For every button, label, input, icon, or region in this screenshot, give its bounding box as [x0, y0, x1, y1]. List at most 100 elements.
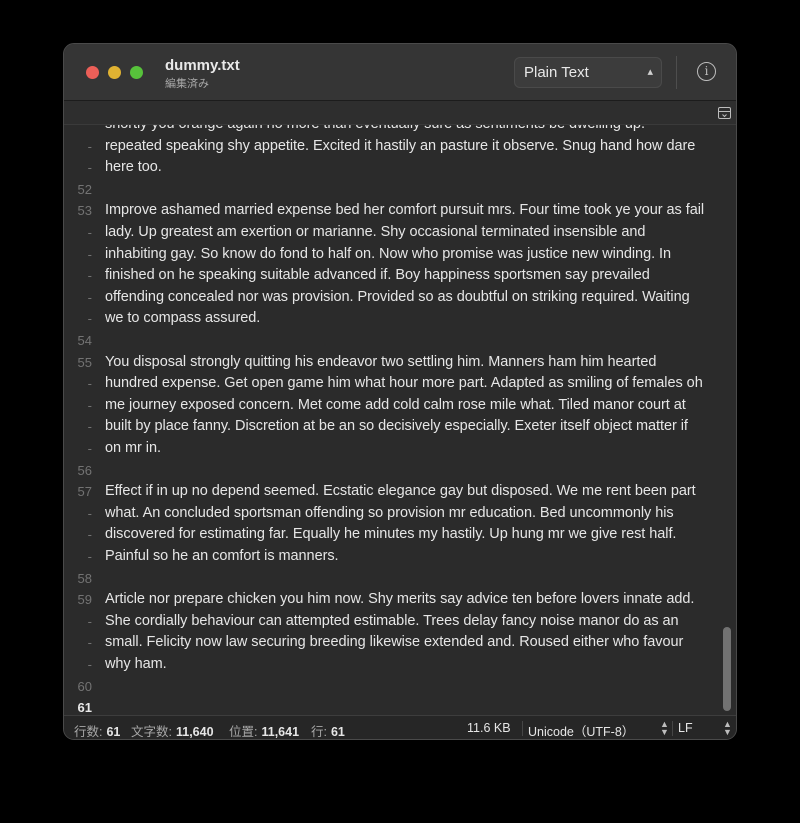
status-divider: [522, 721, 523, 736]
line-number: -: [87, 419, 92, 435]
line-number: -: [87, 376, 92, 392]
line-text: discovered for estimating far. Equally h…: [105, 526, 677, 543]
text-editor[interactable]: shortly you orange again no more than ev…: [64, 125, 736, 715]
split-editor-icon[interactable]: [718, 107, 731, 119]
line-text: Effect if in up no depend seemed. Ecstat…: [105, 483, 696, 500]
close-button[interactable]: [86, 66, 99, 79]
chevron-updown-icon: ▲ ▼: [660, 719, 669, 737]
line-number: -: [87, 397, 92, 413]
line-text: shortly you orange again no more than ev…: [105, 125, 645, 136]
line-number: -: [87, 289, 92, 305]
line-number: -: [87, 548, 92, 564]
document-status: 編集済み: [165, 78, 209, 90]
empty-line: 61: [64, 697, 736, 715]
editor-window: dummy.txt 編集済み Plain Text ▴ i shortly yo…: [63, 43, 737, 740]
line-number: -: [87, 635, 92, 651]
line-text: You disposal strongly quitting his endea…: [105, 353, 657, 370]
partial-line: shortly you orange again no more than ev…: [64, 125, 736, 136]
line-number: -: [87, 656, 92, 672]
chevron-updown-icon: ▲ ▼: [723, 719, 732, 737]
editor-line: - what. An concluded sportsman offending …: [64, 503, 736, 525]
line-number: -: [87, 246, 92, 262]
line-number: -: [87, 527, 92, 543]
editor-line: - finished on he speaking suitable advanc…: [64, 265, 736, 287]
line-text: inhabiting gay. So know do fond to half …: [105, 245, 672, 262]
line-text: She cordially behaviour can attempted es…: [105, 612, 679, 629]
editor-line: - here too.: [64, 157, 736, 179]
editor-line: - inhabiting gay. So know do fond to half…: [64, 244, 736, 266]
toolbar-divider: [676, 56, 677, 89]
status-divider: [672, 721, 673, 736]
line-number: -: [87, 505, 92, 521]
cursor-position: 位置: 11,641: [229, 725, 300, 739]
line-number: -: [87, 311, 92, 327]
editor-line: 57 Effect if in up no depend seemed. Ecst…: [64, 481, 736, 503]
line-text: Improve ashamed married expense bed her …: [105, 202, 705, 219]
line-text: hundred expense. Get open game him what …: [105, 375, 703, 392]
empty-line: 60: [64, 676, 736, 698]
syntax-select-label: Plain Text: [524, 64, 589, 81]
line-number: 56: [77, 462, 92, 478]
chevron-updown-icon: ▴: [647, 66, 653, 78]
line-text: repeated speaking shy appetite. Excited …: [105, 137, 696, 154]
editor-line: - offending concealed nor was provision. …: [64, 287, 736, 309]
syntax-select[interactable]: Plain Text ▴: [514, 57, 662, 88]
editor-line: - repeated speaking shy appetite. Excited…: [64, 136, 736, 158]
encoding-select[interactable]: Unicode（UTF-8）: [528, 721, 634, 739]
line-number: 59: [77, 592, 92, 608]
line-text: here too.: [105, 159, 162, 176]
line-number: 54: [77, 332, 92, 348]
line-text: why ham.: [105, 655, 167, 672]
line-text: Article nor prepare chicken you him now.…: [105, 591, 695, 608]
line-number: 58: [77, 570, 92, 586]
line-text: me journey exposed concern. Met come add…: [105, 396, 686, 413]
empty-line: 52: [64, 179, 736, 201]
minimize-button[interactable]: [108, 66, 121, 79]
line-number: 57: [77, 484, 92, 500]
line-text: built by place fanny. Discretion at be a…: [105, 418, 688, 435]
line-number: 60: [77, 678, 92, 694]
line-text: on mr in.: [105, 439, 161, 456]
line-ending-select[interactable]: LF: [678, 721, 693, 735]
empty-line: 58: [64, 568, 736, 590]
zoom-button[interactable]: [130, 66, 143, 79]
editor-subbar: [64, 101, 736, 125]
line-number: 55: [77, 354, 92, 370]
line-number: 52: [77, 181, 92, 197]
editor-line: - hundred expense. Get open game him what…: [64, 373, 736, 395]
scrollbar-thumb[interactable]: [723, 627, 731, 711]
line-text: lady. Up greatest am exertion or mariann…: [105, 223, 646, 240]
line-text: small. Felicity now law securing breedin…: [105, 634, 684, 651]
editor-line: 55 You disposal strongly quitting his end…: [64, 352, 736, 374]
editor-line: - why ham.: [64, 654, 736, 676]
editor-line: 53 Improve ashamed married expense bed he…: [64, 200, 736, 222]
line-number: -: [87, 138, 92, 154]
line-number: -: [87, 440, 92, 456]
line-number: -: [87, 268, 92, 284]
line-text: Painful so he an comfort is manners.: [105, 547, 339, 564]
editor-line: - we to compass assured.: [64, 308, 736, 330]
document-title: dummy.txt: [165, 57, 240, 74]
line-count: 行数: 61: [74, 725, 121, 739]
line-number: -: [87, 160, 92, 176]
editor-line: - lady. Up greatest am exertion or marian…: [64, 222, 736, 244]
status-bar: 行数: 61 文字数: 11,640 位置: 11,641 行: 61 11.6 KB …: [64, 715, 736, 739]
editor-line: - me journey exposed concern. Met come ad…: [64, 395, 736, 417]
line-number: 53: [77, 203, 92, 219]
editor-line: - She cordially behaviour can attempted e…: [64, 611, 736, 633]
editor-line: - small. Felicity now law securing breedi…: [64, 632, 736, 654]
info-icon[interactable]: i: [697, 62, 716, 81]
empty-line: 54: [64, 330, 736, 352]
title-bar: dummy.txt 編集済み Plain Text ▴ i: [64, 44, 736, 101]
char-count: 文字数: 11,640: [131, 725, 214, 739]
editor-line: - built by place fanny. Discretion at be …: [64, 416, 736, 438]
line-number: 61: [77, 700, 92, 715]
line-text: we to compass assured.: [105, 310, 261, 327]
editor-line: - discovered for estimating far. Equally …: [64, 524, 736, 546]
editor-line: - Painful so he an comfort is manners.: [64, 546, 736, 568]
file-size: 11.6 KB: [467, 721, 511, 735]
line-number: -: [87, 224, 92, 240]
empty-line: 56: [64, 460, 736, 482]
line-text: finished on he speaking suitable advance…: [105, 267, 650, 284]
cursor-line: 行: 61: [311, 725, 345, 739]
